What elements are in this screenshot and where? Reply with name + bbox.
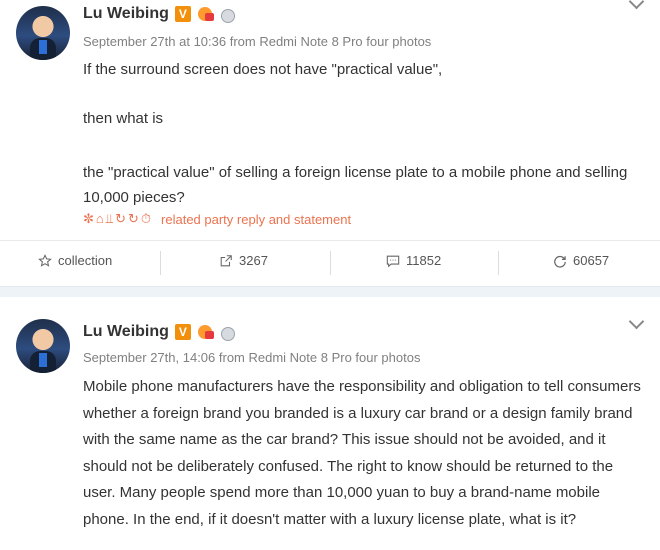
chevron-down-icon[interactable] bbox=[628, 313, 645, 330]
post-meta: September 27th at 10:36 from Redmi Note … bbox=[83, 34, 432, 49]
refresh-icon: ↻ bbox=[127, 211, 139, 226]
like-button[interactable]: 60657 bbox=[553, 253, 609, 268]
comment-button[interactable]: 11852 bbox=[386, 253, 441, 268]
vip-badge-icon bbox=[197, 324, 215, 340]
collection-button[interactable]: collection bbox=[38, 253, 112, 268]
share-button[interactable]: 3267 bbox=[219, 253, 268, 268]
like-count: 60657 bbox=[573, 253, 610, 268]
action-divider bbox=[160, 251, 161, 275]
related-label[interactable]: related party reply and statement bbox=[161, 212, 351, 227]
post-text: Mobile phone manufacturers have the resp… bbox=[83, 378, 641, 528]
vip-badge-icon bbox=[197, 6, 215, 22]
post-text-line: the "practical value" of selling a forei… bbox=[83, 164, 628, 206]
refresh-icon: ↻ bbox=[115, 211, 126, 226]
chevron-down-icon[interactable] bbox=[628, 0, 645, 10]
author-name-row: Lu Weibing V bbox=[83, 323, 235, 341]
author-avatar[interactable] bbox=[16, 6, 70, 60]
comment-icon bbox=[386, 255, 400, 267]
building-icon: ⫫ bbox=[105, 211, 114, 226]
clock-icon: ⏱ bbox=[140, 211, 152, 226]
collection-label: collection bbox=[58, 253, 113, 268]
post-text-line: then what is bbox=[83, 110, 164, 127]
related-emoji-icons: ✼ ⌂ ⫫ ↻ ↻ ⏱ bbox=[83, 211, 151, 227]
share-icon bbox=[220, 254, 232, 266]
house-icon: ⌂ bbox=[95, 211, 104, 226]
post-meta: September 27th, 14:06 from Redmi Note 8 … bbox=[83, 350, 421, 365]
like-icon bbox=[554, 255, 566, 268]
verified-badge: V bbox=[174, 324, 191, 340]
action-divider bbox=[498, 251, 499, 275]
star-icon bbox=[38, 253, 52, 267]
author-name[interactable]: Lu Weibing bbox=[83, 323, 169, 341]
post-text-line: If the surround screen does not have "pr… bbox=[83, 61, 443, 78]
comment-count: 11852 bbox=[406, 253, 442, 268]
author-name[interactable]: Lu Weibing bbox=[83, 5, 169, 23]
author-name-row: Lu Weibing V bbox=[83, 5, 235, 23]
action-bar: collection 3267 11852 60657 bbox=[0, 240, 660, 285]
share-count: 3267 bbox=[239, 253, 268, 268]
flower-icon: ✼ bbox=[83, 211, 94, 226]
author-avatar[interactable] bbox=[16, 319, 70, 373]
verified-badge: V bbox=[174, 6, 191, 22]
medal-badge-icon bbox=[220, 324, 235, 341]
medal-badge-icon bbox=[220, 6, 235, 23]
post-divider bbox=[0, 286, 660, 297]
action-divider bbox=[330, 251, 331, 275]
related-statement-link[interactable]: ✼ ⌂ ⫫ ↻ ↻ ⏱ related party reply and statement bbox=[83, 211, 351, 227]
